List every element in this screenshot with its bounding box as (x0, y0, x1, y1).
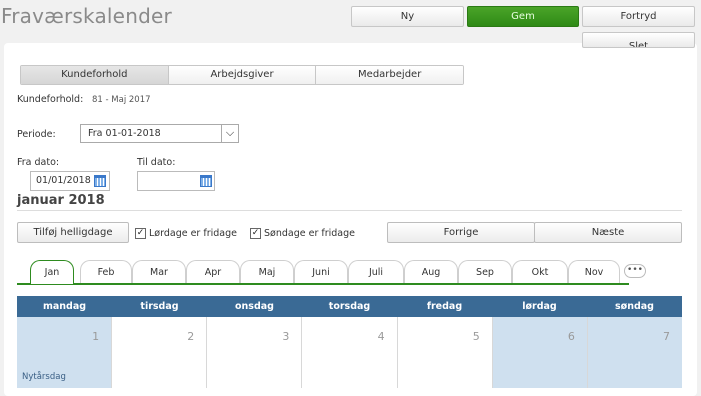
new-button[interactable]: Ny (351, 6, 464, 27)
tab-month-feb[interactable]: Feb (80, 260, 132, 284)
tab-medarbejder[interactable]: Medarbejder (315, 66, 463, 84)
day-number: 4 (377, 330, 385, 343)
divider (17, 210, 682, 211)
weekday-header: mandag (42, 301, 87, 312)
calendar-week-row: 1 Nytårsdag 2 3 4 5 6 7 (17, 317, 682, 388)
month-tab-underline (17, 283, 629, 285)
delete-button[interactable]: Slet (582, 32, 695, 48)
calendar-day-cell[interactable]: 2 (112, 317, 208, 388)
weekday-header: onsdag (235, 301, 274, 312)
calendar-icon[interactable] (94, 175, 106, 187)
day-number: 1 (92, 330, 100, 343)
tab-arbejdsgiver[interactable]: Arbejdsgiver (167, 66, 316, 84)
save-button[interactable]: Gem (467, 6, 579, 27)
sunday-label: Søndage er fridage (264, 228, 355, 239)
calendar-day-cell[interactable]: 7 (587, 317, 682, 388)
from-date-label: Fra dato: (17, 157, 60, 168)
weekday-header: torsdag (328, 301, 371, 312)
from-date-value: 01/01/2018 (36, 175, 91, 186)
weekday-header: lørdag (522, 301, 557, 312)
day-number: 6 (567, 330, 575, 343)
tab-month-nov[interactable]: Nov (568, 260, 620, 284)
calendar-day-cell[interactable]: 1 Nytårsdag (17, 317, 113, 388)
sunday-checkbox[interactable]: ✓ (250, 228, 261, 239)
holiday-label: Nytårsdag (22, 372, 66, 382)
calendar-day-cell[interactable]: 4 (302, 317, 398, 388)
undo-button[interactable]: Fortryd (582, 6, 695, 27)
period-label: Periode: (17, 129, 56, 140)
tab-month-maj[interactable]: Maj (240, 260, 294, 284)
calendar-header: mandag tirsdag onsdag torsdag fredag lør… (17, 296, 682, 317)
to-date-label: Til dato: (137, 157, 176, 168)
tab-bar: Kundeforhold Arbejdsgiver Medarbejder (20, 65, 464, 85)
chevron-down-icon[interactable]: ⌵ (221, 125, 238, 142)
day-number: 2 (187, 330, 195, 343)
prev-button[interactable]: Forrige (387, 222, 535, 243)
customer-label: Kundeforhold: (17, 94, 84, 105)
weekday-header: søndag (615, 301, 654, 312)
more-months-icon[interactable]: ••• (624, 264, 646, 278)
customer-value: 81 - Maj 2017 (92, 95, 151, 105)
day-number: 5 (472, 330, 480, 343)
tab-month-aug[interactable]: Aug (404, 260, 458, 284)
add-holidays-button[interactable]: Tilføj helligdage (17, 222, 129, 243)
tab-month-mar[interactable]: Mar (132, 260, 186, 284)
day-number: 3 (282, 330, 290, 343)
tab-month-sep[interactable]: Sep (458, 260, 512, 284)
weekday-header: tirsdag (140, 301, 179, 312)
page-title: Fraværskalender (1, 4, 172, 28)
period-selected: Fra 01-01-2018 (88, 128, 161, 139)
tab-month-jan[interactable]: Jan (30, 260, 74, 284)
period-select[interactable]: Fra 01-01-2018 ⌵ (80, 124, 239, 143)
saturday-checkbox[interactable]: ✓ (135, 228, 146, 239)
saturday-label: Lørdage er fridage (149, 228, 237, 239)
next-button[interactable]: Næste (534, 222, 682, 243)
tab-month-apr[interactable]: Apr (186, 260, 240, 284)
weekday-header: fredag (426, 301, 463, 312)
tab-kundeforhold[interactable]: Kundeforhold (21, 66, 168, 84)
tab-month-juli[interactable]: Juli (348, 260, 404, 284)
tab-month-okt[interactable]: Okt (512, 260, 568, 284)
tab-month-juni[interactable]: Juni (294, 260, 348, 284)
calendar-day-cell[interactable]: 5 (397, 317, 493, 388)
calendar-day-cell[interactable]: 3 (207, 317, 303, 388)
calendar-icon[interactable] (200, 175, 212, 187)
day-number: 7 (662, 330, 670, 343)
month-heading: januar 2018 (17, 193, 105, 208)
calendar-day-cell[interactable]: 6 (492, 317, 588, 388)
